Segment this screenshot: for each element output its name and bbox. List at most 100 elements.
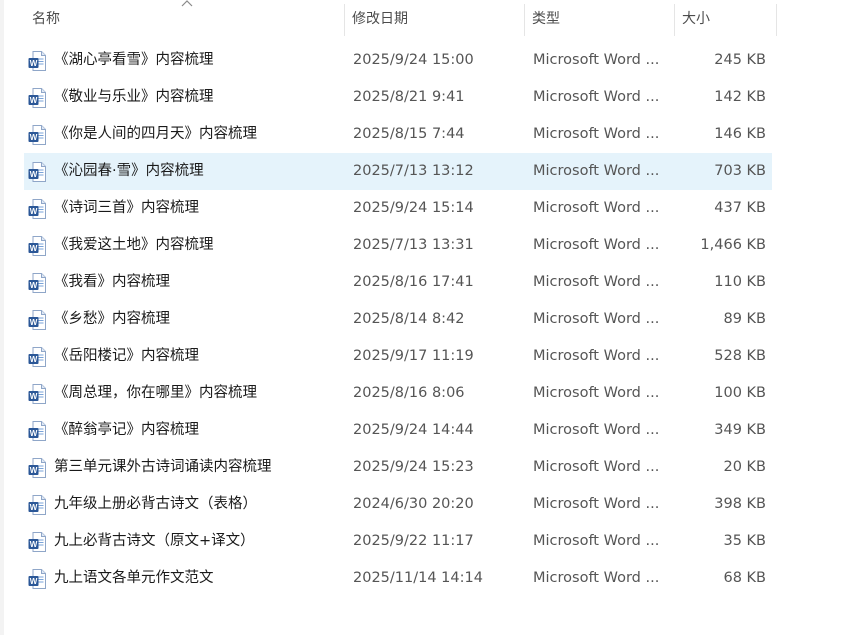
column-header-size[interactable]: 大小 [674,0,776,38]
file-size: 398 KB [714,496,766,512]
pane-edge [0,0,4,635]
file-type: Microsoft Word ... [533,496,660,512]
file-modified-date: 2024/6/30 20:20 [353,496,474,512]
svg-text:W: W [30,466,38,475]
file-type: Microsoft Word ... [533,126,660,142]
file-row[interactable]: W 《你是人间的四月天》内容梳理 2025/8/15 7:44 Microsof… [24,116,772,153]
column-header-size-label: 大小 [682,11,710,27]
word-document-icon: W [28,125,46,145]
column-divider[interactable] [776,4,777,36]
file-modified-date: 2025/7/13 13:31 [353,237,474,253]
column-header-date[interactable]: 修改日期 [344,0,524,38]
file-modified-date: 2025/9/24 15:00 [353,52,474,68]
file-type: Microsoft Word ... [533,533,660,549]
file-size: 100 KB [714,385,766,401]
file-row[interactable]: W 九上语文各单元作文范文 2025/11/14 14:14 Microsoft… [24,560,772,597]
file-modified-date: 2025/9/17 11:19 [353,348,474,364]
file-row[interactable]: W 《醉翁亭记》内容梳理 2025/9/24 14:44 Microsoft W… [24,412,772,449]
file-row[interactable]: W 《敬业与乐业》内容梳理 2025/8/21 9:41 Microsoft W… [24,79,772,116]
file-type: Microsoft Word ... [533,348,660,364]
word-document-icon: W [28,495,46,515]
file-size: 20 KB [723,459,766,475]
file-modified-date: 2025/8/16 17:41 [353,274,474,290]
word-document-icon: W [28,347,46,367]
file-size: 437 KB [714,200,766,216]
file-row[interactable]: W 《周总理，你在哪里》内容梳理 2025/8/16 8:06 Microsof… [24,375,772,412]
file-name: 《醉翁亭记》内容梳理 [54,422,199,438]
file-type: Microsoft Word ... [533,200,660,216]
svg-text:W: W [30,429,38,438]
column-header-date-label: 修改日期 [352,11,408,27]
file-name: 《岳阳楼记》内容梳理 [54,348,199,364]
file-row[interactable]: W 《我爱这土地》内容梳理 2025/7/13 13:31 Microsoft … [24,227,772,264]
file-name: 《诗词三首》内容梳理 [54,200,199,216]
file-name: 《乡愁》内容梳理 [54,311,170,327]
file-type: Microsoft Word ... [533,237,660,253]
file-row[interactable]: W 《沁园春·雪》内容梳理 2025/7/13 13:12 Microsoft … [24,153,772,190]
file-row[interactable]: W 九年级上册必背古诗文（表格） 2024/6/30 20:20 Microso… [24,486,772,523]
file-size: 146 KB [714,126,766,142]
file-row[interactable]: W 九上必背古诗文（原文+译文） 2025/9/22 11:17 Microso… [24,523,772,560]
file-type: Microsoft Word ... [533,422,660,438]
file-name: 九上必背古诗文（原文+译文） [54,533,255,549]
file-modified-date: 2025/7/13 13:12 [353,163,474,179]
file-size: 703 KB [714,163,766,179]
file-row[interactable]: W 《诗词三首》内容梳理 2025/9/24 15:14 Microsoft W… [24,190,772,227]
file-size: 142 KB [714,89,766,105]
file-name: 《我爱这土地》内容梳理 [54,237,214,253]
file-size: 245 KB [714,52,766,68]
word-document-icon: W [28,51,46,71]
svg-text:W: W [30,281,38,290]
file-row[interactable]: W 《乡愁》内容梳理 2025/8/14 8:42 Microsoft Word… [24,301,772,338]
svg-text:W: W [30,207,38,216]
file-name: 《沁园春·雪》内容梳理 [54,163,204,179]
file-modified-date: 2025/8/16 8:06 [353,385,465,401]
svg-text:W: W [30,244,38,253]
file-modified-date: 2025/11/14 14:14 [353,570,483,586]
file-size: 528 KB [714,348,766,364]
column-header-bar: 名称 修改日期 类型 大小 [24,0,777,38]
file-name: 九上语文各单元作文范文 [54,570,214,586]
file-name: 《你是人间的四月天》内容梳理 [54,126,257,142]
file-size: 68 KB [723,570,766,586]
svg-text:W: W [30,503,38,512]
svg-text:W: W [30,355,38,364]
file-row[interactable]: W 《我看》内容梳理 2025/8/16 17:41 Microsoft Wor… [24,264,772,301]
file-type: Microsoft Word ... [533,163,660,179]
svg-text:W: W [30,392,38,401]
file-type: Microsoft Word ... [533,89,660,105]
file-size: 110 KB [714,274,766,290]
file-name: 《敬业与乐业》内容梳理 [54,89,214,105]
svg-text:W: W [30,318,38,327]
file-name: 《湖心亭看雪》内容梳理 [54,52,214,68]
file-size: 1,466 KB [700,237,766,253]
word-document-icon: W [28,532,46,552]
file-type: Microsoft Word ... [533,385,660,401]
word-document-icon: W [28,458,46,478]
file-modified-date: 2025/9/22 11:17 [353,533,474,549]
column-header-name[interactable]: 名称 [24,0,344,38]
file-type: Microsoft Word ... [533,459,660,475]
file-size: 35 KB [723,533,766,549]
svg-text:W: W [30,540,38,549]
word-document-icon: W [28,421,46,441]
column-header-type[interactable]: 类型 [524,0,674,38]
file-name: 《周总理，你在哪里》内容梳理 [54,385,257,401]
file-name: 九年级上册必背古诗文（表格） [54,496,257,512]
file-list-pane: 名称 修改日期 类型 大小 W 《湖心亭看雪》内容梳理 2025/9/24 15… [0,0,841,635]
word-document-icon: W [28,273,46,293]
svg-text:W: W [30,96,38,105]
word-document-icon: W [28,162,46,182]
file-type: Microsoft Word ... [533,570,660,586]
file-modified-date: 2025/9/24 14:44 [353,422,474,438]
word-document-icon: W [28,384,46,404]
file-row[interactable]: W 第三单元课外古诗词诵读内容梳理 2025/9/24 15:23 Micros… [24,449,772,486]
file-name: 《我看》内容梳理 [54,274,170,290]
file-type: Microsoft Word ... [533,274,660,290]
file-modified-date: 2025/9/24 15:14 [353,200,474,216]
file-size: 89 KB [723,311,766,327]
svg-text:W: W [30,133,38,142]
file-row[interactable]: W 《湖心亭看雪》内容梳理 2025/9/24 15:00 Microsoft … [24,42,772,79]
file-modified-date: 2025/8/21 9:41 [353,89,465,105]
file-row[interactable]: W 《岳阳楼记》内容梳理 2025/9/17 11:19 Microsoft W… [24,338,772,375]
